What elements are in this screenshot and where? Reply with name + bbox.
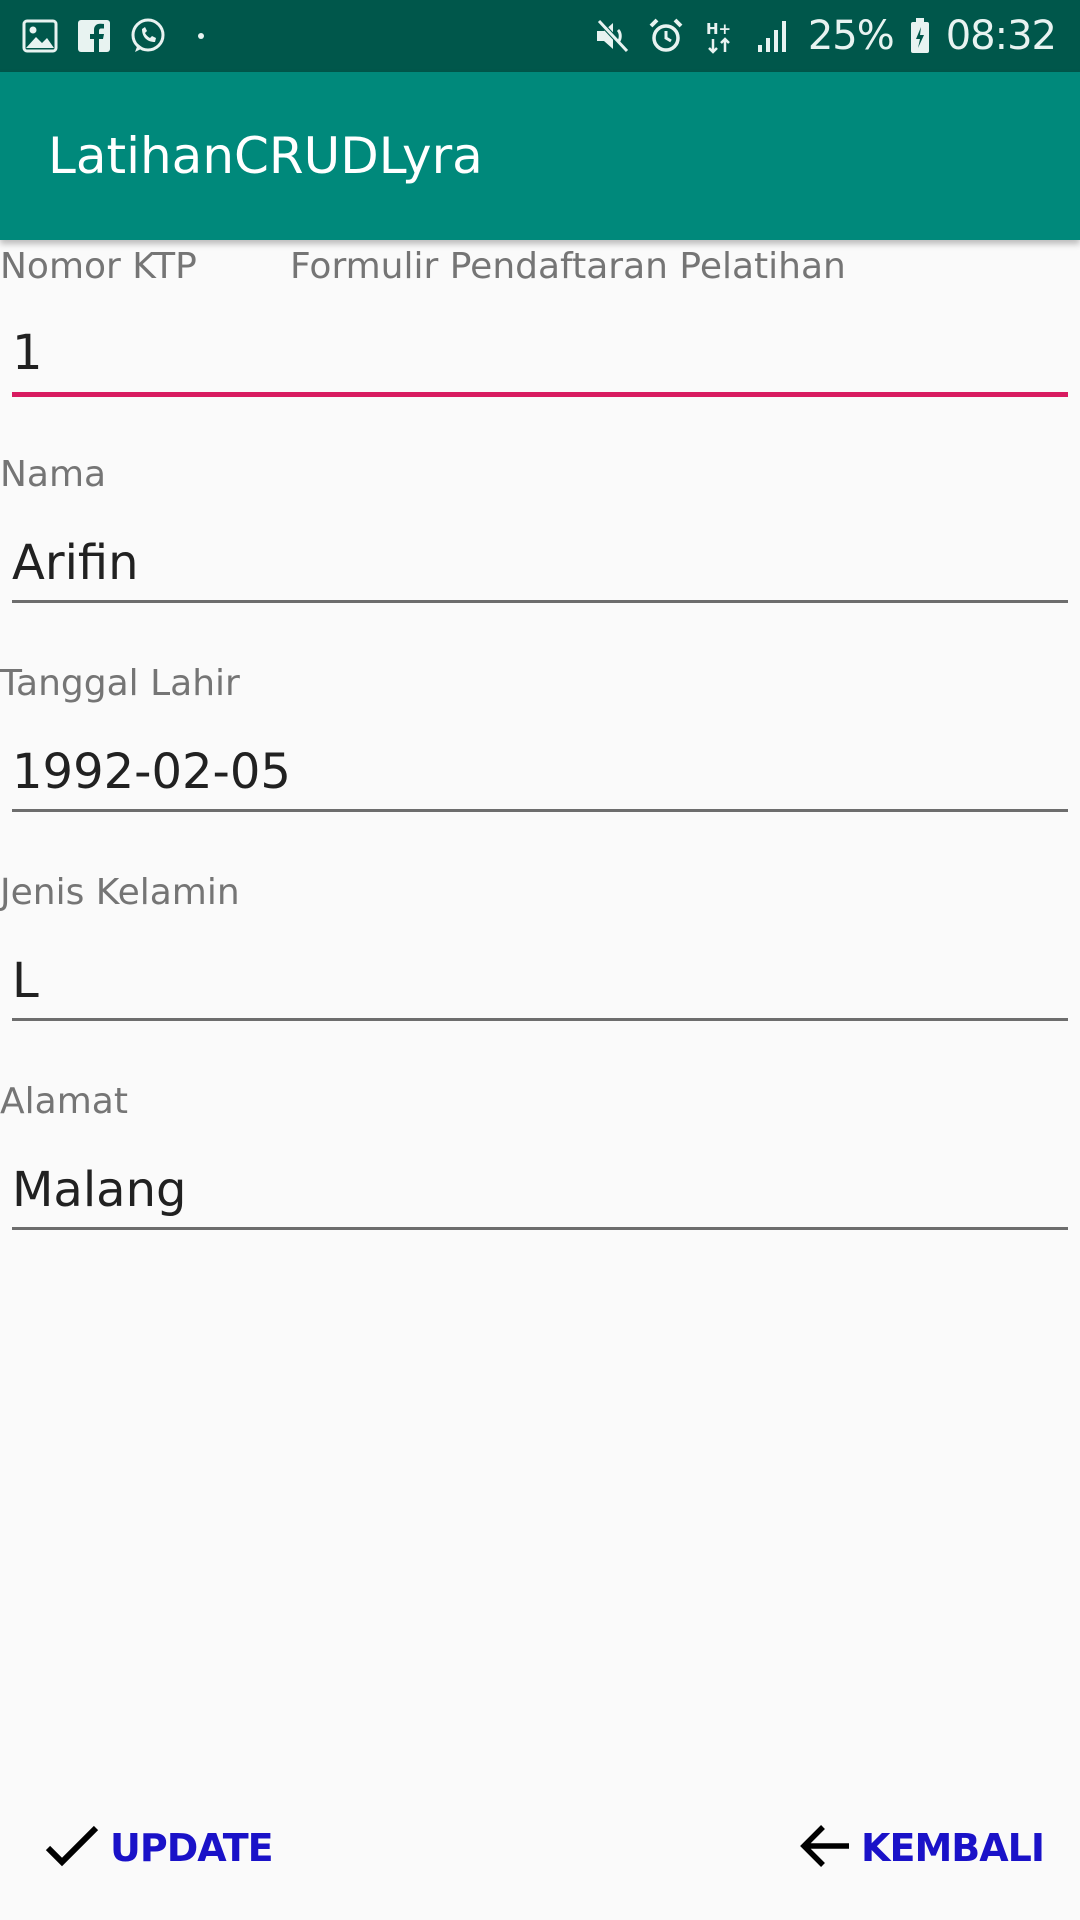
nama-input[interactable]: Arifin	[12, 533, 139, 593]
alamat-input[interactable]: Malang	[12, 1160, 186, 1220]
ktp-input[interactable]: 1	[12, 323, 43, 383]
status-bar: H+ 25% 08:32	[0, 0, 1080, 72]
nama-input-underline	[12, 600, 1068, 603]
svg-text:H+: H+	[706, 20, 731, 38]
whatsapp-icon	[128, 16, 168, 56]
jenis-kelamin-input[interactable]: L	[12, 951, 39, 1011]
ktp-label: Nomor KTP	[0, 246, 197, 287]
kembali-button-label: KEMBALI	[861, 1826, 1045, 1870]
check-icon	[44, 1822, 100, 1874]
update-button-label: UPDATE	[110, 1826, 274, 1870]
facebook-icon	[74, 16, 114, 56]
mute-icon	[592, 16, 632, 56]
data-icon: H+	[700, 16, 740, 56]
signal-icon	[754, 16, 794, 56]
jenis-kelamin-label: Jenis Kelamin	[0, 872, 240, 913]
battery-percent: 25%	[807, 13, 895, 59]
more-notifications-dot	[198, 33, 204, 39]
image-icon	[20, 16, 60, 56]
alamat-label: Alamat	[0, 1081, 128, 1122]
app-title: LatihanCRUDLyra	[48, 127, 483, 185]
jenis-kelamin-input-underline	[12, 1018, 1068, 1021]
arrow-left-icon	[799, 1822, 851, 1874]
tanggal-lahir-input-underline	[12, 809, 1068, 812]
battery-icon	[908, 16, 932, 56]
update-button[interactable]: UPDATE	[44, 1818, 274, 1878]
kembali-button[interactable]: KEMBALI	[799, 1818, 1045, 1878]
alamat-input-underline	[12, 1227, 1068, 1230]
nama-label: Nama	[0, 454, 107, 495]
form-title: Formulir Pendaftaran Pelatihan	[290, 246, 846, 287]
screen: H+ 25% 08:32 LatihanCRUDLyra Formulir Pe…	[0, 0, 1080, 1920]
clock: 08:32	[945, 13, 1057, 59]
status-system: H+ 25% 08:32	[592, 8, 1057, 64]
tanggal-lahir-input[interactable]: 1992-02-05	[12, 742, 291, 802]
alarm-icon	[646, 16, 686, 56]
tanggal-lahir-label: Tanggal Lahir	[0, 663, 240, 704]
app-bar: LatihanCRUDLyra	[0, 72, 1080, 240]
status-notifications	[20, 14, 204, 58]
ktp-input-underline	[12, 392, 1068, 397]
